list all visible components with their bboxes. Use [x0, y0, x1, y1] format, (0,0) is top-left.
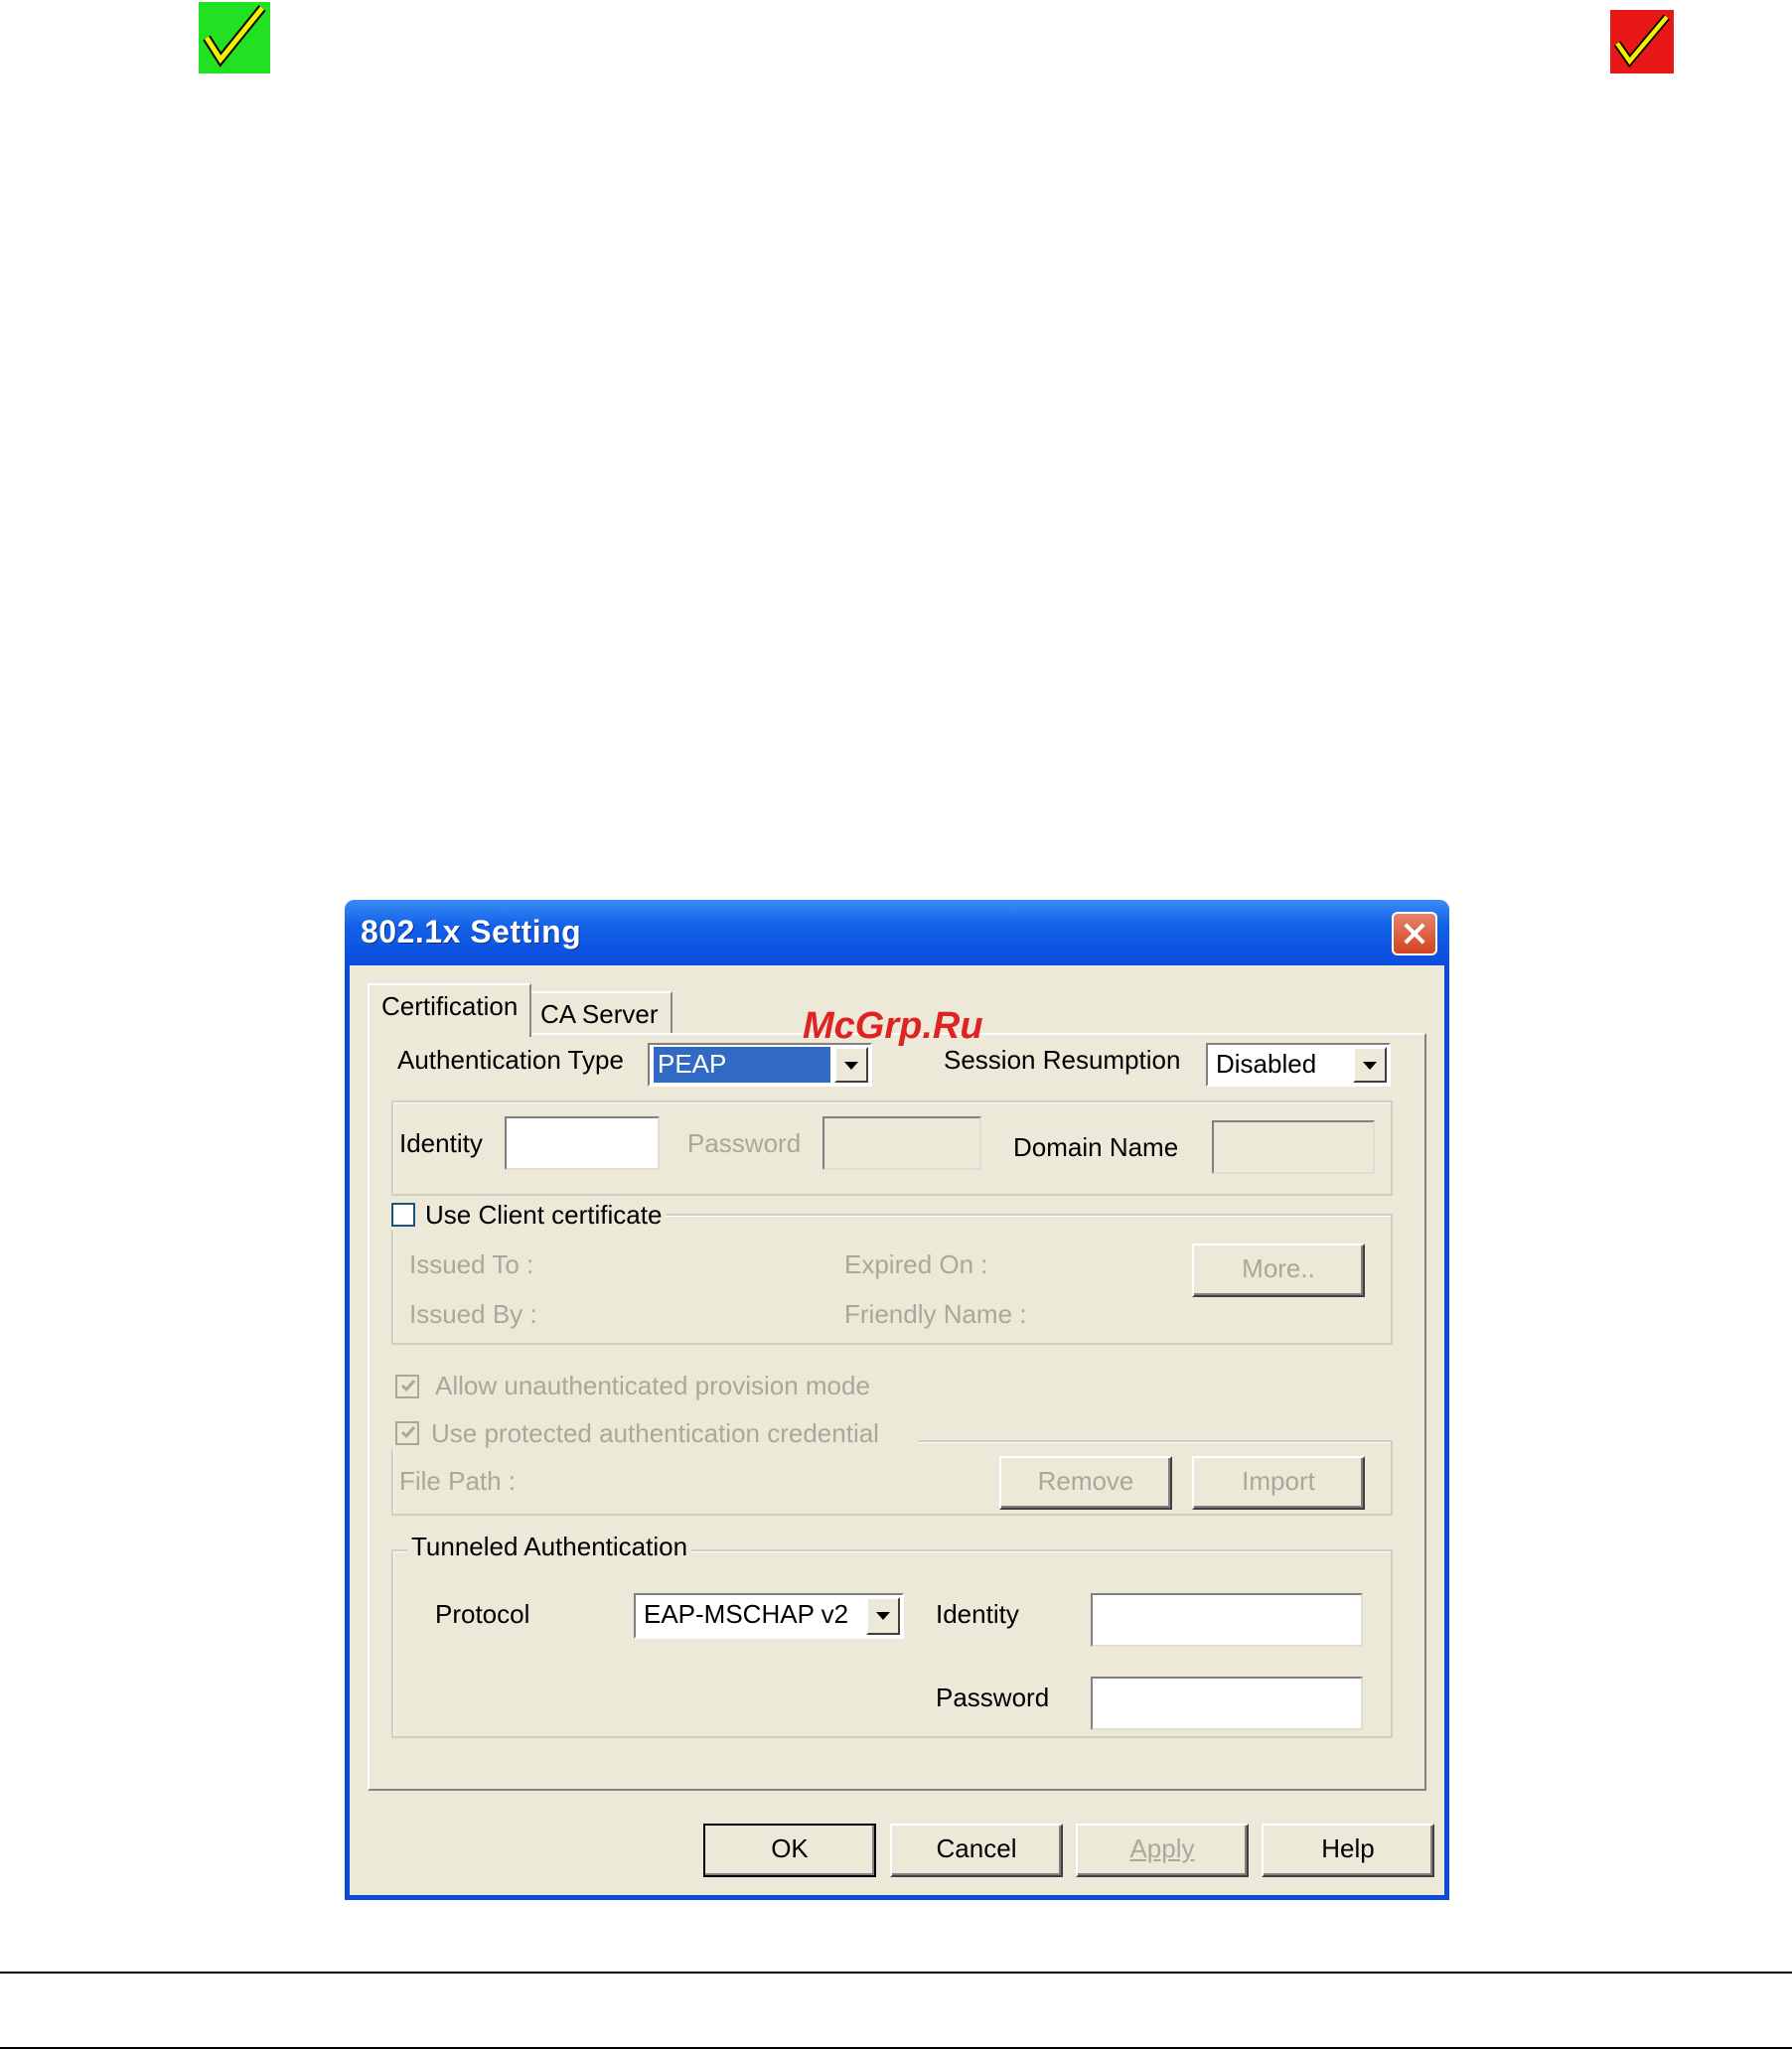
identity-input[interactable]: [505, 1116, 660, 1170]
import-button-label: Import: [1242, 1466, 1315, 1496]
chevron-down-icon[interactable]: [834, 1047, 868, 1083]
help-button-label: Help: [1321, 1833, 1375, 1863]
tunneled-password-input[interactable]: [1091, 1677, 1363, 1730]
use-client-cert-label: Use Client certificate: [425, 1200, 663, 1230]
allow-unauth-label: Allow unauthenticated provision mode: [435, 1371, 870, 1400]
chevron-down-icon[interactable]: [866, 1597, 900, 1635]
cancel-button[interactable]: Cancel: [890, 1824, 1063, 1877]
use-client-cert-row: Use Client certificate: [387, 1200, 667, 1231]
more-button[interactable]: More..: [1192, 1244, 1365, 1297]
green-check-icon: [199, 2, 270, 73]
issued-by-label: Issued By :: [409, 1299, 537, 1329]
identity-label: Identity: [399, 1128, 483, 1158]
dialog-title: 802.1x Setting: [361, 914, 582, 950]
file-path-label: File Path :: [399, 1466, 517, 1496]
tunneled-auth-legend: Tunneled Authentication: [407, 1532, 692, 1562]
chevron-down-icon[interactable]: [1353, 1047, 1387, 1083]
red-check-icon: [1610, 10, 1674, 73]
password-input[interactable]: [822, 1116, 981, 1170]
domain-name-label: Domain Name: [1013, 1132, 1179, 1162]
help-button[interactable]: Help: [1262, 1824, 1434, 1877]
watermark-text: McGrp.Ru: [803, 1005, 983, 1047]
tunneled-identity-label: Identity: [936, 1599, 1019, 1629]
tab-certification-label: Certification: [381, 991, 519, 1021]
protocol-value: EAP-MSCHAP v2: [644, 1599, 849, 1629]
tab-ca-server[interactable]: CA Server: [526, 991, 672, 1035]
ok-button-label: OK: [771, 1833, 809, 1863]
page-divider-top: [0, 1972, 1792, 1974]
checkmark-icon: [400, 1426, 416, 1439]
domain-name-input[interactable]: [1212, 1120, 1375, 1174]
tab-certification[interactable]: Certification: [368, 983, 532, 1037]
dialog-802-1x-setting: 802.1x Setting Certification CA Server A…: [345, 900, 1449, 1900]
auth-type-value: PEAP: [654, 1047, 830, 1083]
more-button-label: More..: [1242, 1253, 1315, 1283]
close-button[interactable]: [1392, 912, 1437, 955]
use-protected-checkbox[interactable]: [395, 1421, 419, 1446]
checkmark-icon: [400, 1380, 416, 1392]
dialog-client-area: Certification CA Server Authentication T…: [350, 965, 1444, 1895]
tunneled-password-label: Password: [936, 1683, 1050, 1712]
issued-to-label: Issued To :: [409, 1249, 534, 1279]
session-resumption-select[interactable]: Disabled: [1206, 1043, 1391, 1087]
auth-type-label: Authentication Type: [397, 1045, 624, 1075]
friendly-name-label: Friendly Name :: [844, 1299, 1027, 1329]
tab-ca-server-label: CA Server: [540, 999, 659, 1029]
title-bar[interactable]: 802.1x Setting: [345, 900, 1449, 965]
tunneled-identity-input[interactable]: [1091, 1593, 1363, 1647]
apply-button-label: Apply: [1129, 1833, 1195, 1863]
expired-on-label: Expired On :: [844, 1249, 988, 1279]
allow-unauth-checkbox[interactable]: [395, 1375, 419, 1398]
password-label: Password: [687, 1128, 802, 1158]
protocol-select[interactable]: EAP-MSCHAP v2: [634, 1593, 904, 1639]
use-protected-label: Use protected authentication credential: [431, 1418, 879, 1448]
session-resumption-label: Session Resumption: [944, 1045, 1181, 1075]
protocol-label: Protocol: [435, 1599, 530, 1629]
ok-button[interactable]: OK: [703, 1824, 876, 1877]
page-divider-bottom: [0, 2047, 1792, 2049]
cancel-button-label: Cancel: [936, 1833, 1017, 1863]
session-resumption-value: Disabled: [1216, 1049, 1317, 1079]
remove-button[interactable]: Remove: [999, 1456, 1172, 1510]
remove-button-label: Remove: [1037, 1466, 1134, 1496]
use-client-cert-checkbox[interactable]: [391, 1203, 415, 1228]
use-protected-row: Use protected authentication credential: [387, 1418, 919, 1449]
auth-type-select[interactable]: PEAP: [648, 1043, 872, 1087]
apply-button[interactable]: Apply: [1076, 1824, 1249, 1877]
import-button[interactable]: Import: [1192, 1456, 1365, 1510]
